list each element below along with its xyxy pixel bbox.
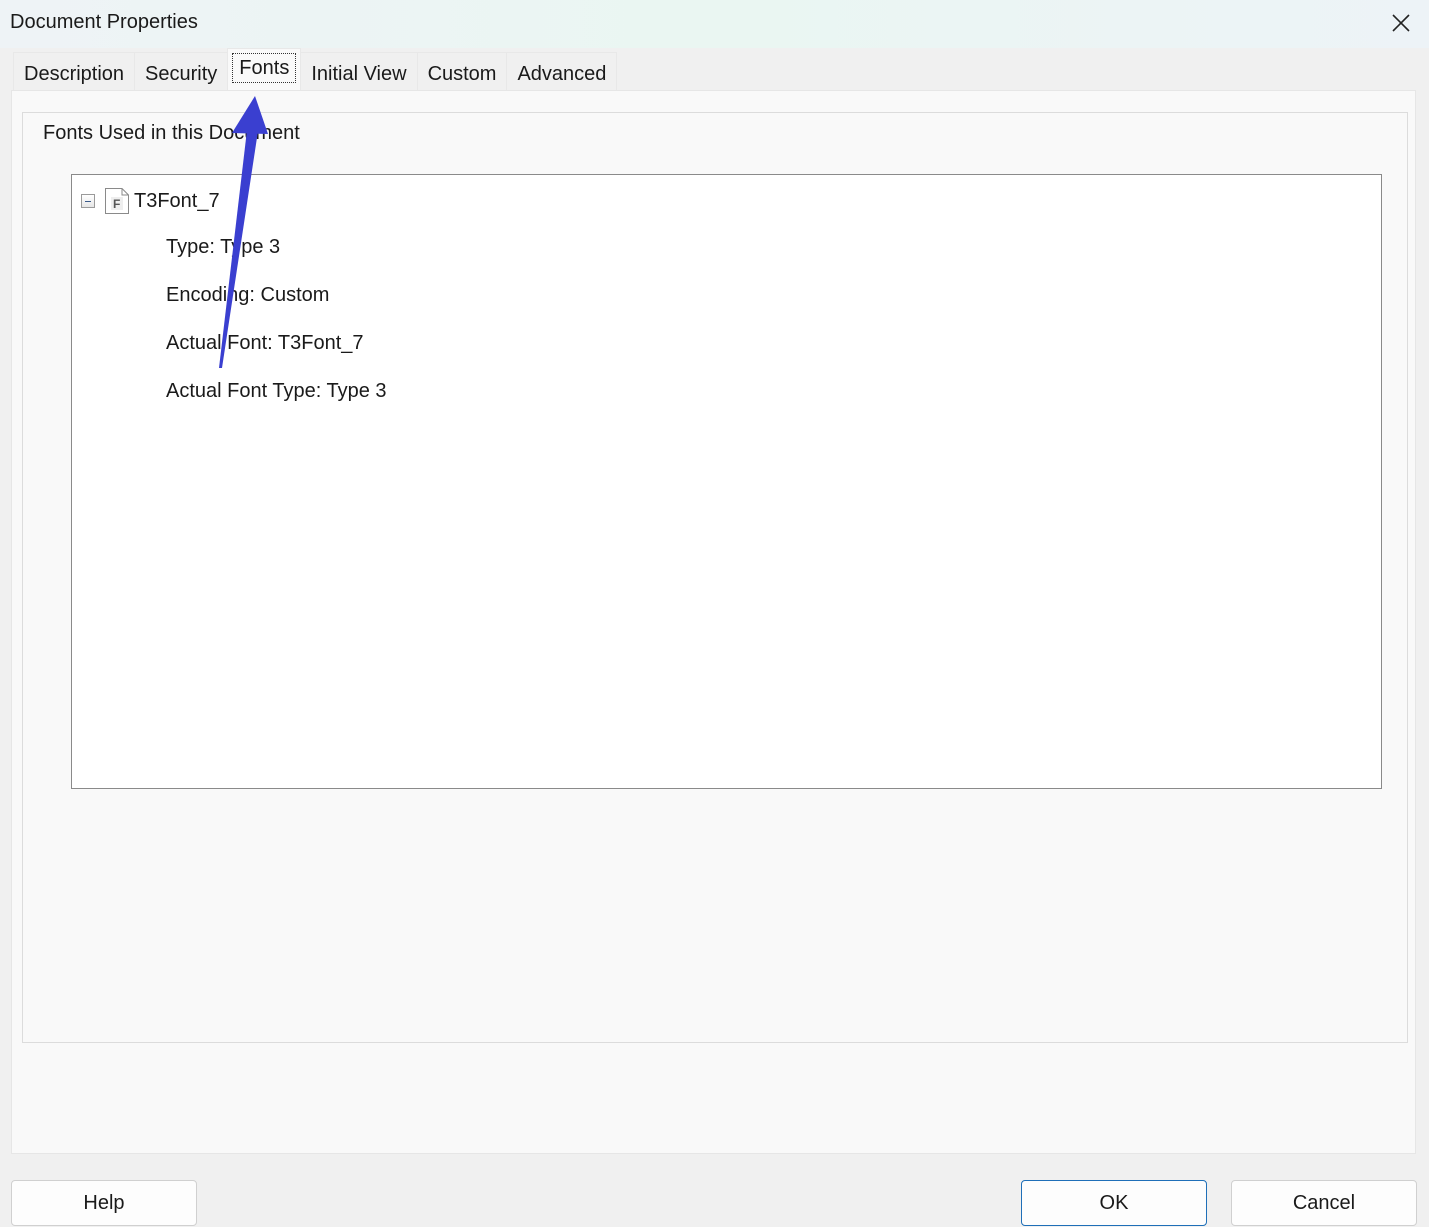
close-button[interactable]	[1373, 0, 1429, 46]
tab-custom[interactable]: Custom	[416, 52, 508, 90]
font-property-encoding: Encoding: Custom	[166, 284, 330, 306]
help-button[interactable]: Help	[11, 1180, 197, 1226]
tab-initial-view[interactable]: Initial View	[300, 52, 418, 90]
fonts-group-label: Fonts Used in this Document	[41, 122, 302, 145]
tab-fonts[interactable]: Fonts	[227, 48, 302, 90]
font-file-icon: F	[105, 188, 129, 214]
ok-button[interactable]: OK	[1021, 1180, 1207, 1226]
svg-text:F: F	[113, 197, 120, 211]
font-name: T3Font_7	[134, 189, 220, 212]
tab-security[interactable]: Security	[134, 52, 229, 90]
close-icon	[1392, 14, 1410, 32]
window-title: Document Properties	[10, 11, 198, 33]
tab-advanced[interactable]: Advanced	[506, 52, 618, 90]
title-bar: Document Properties	[0, 0, 1429, 48]
tab-fonts-label: Fonts	[232, 53, 297, 83]
cancel-button[interactable]: Cancel	[1231, 1180, 1417, 1226]
tree-node-font[interactable]: F T3Font_7	[81, 187, 220, 215]
fonts-groupbox: Fonts Used in this Document F T3Font_7 T…	[22, 112, 1408, 1043]
fonts-tab-panel: Fonts Used in this Document F T3Font_7 T…	[11, 90, 1416, 1154]
fonts-tree[interactable]: F T3Font_7 Type: Type 3 Encoding: Custom…	[71, 174, 1382, 789]
tab-description[interactable]: Description	[13, 52, 136, 90]
font-property-type: Type: Type 3	[166, 236, 281, 258]
font-property-actual-font-type: Actual Font Type: Type 3	[166, 380, 387, 402]
collapse-icon[interactable]	[81, 194, 95, 208]
font-property-actual-font: Actual Font: T3Font_7	[166, 332, 364, 354]
tab-bar: Description Security Fonts Initial View …	[13, 48, 618, 92]
